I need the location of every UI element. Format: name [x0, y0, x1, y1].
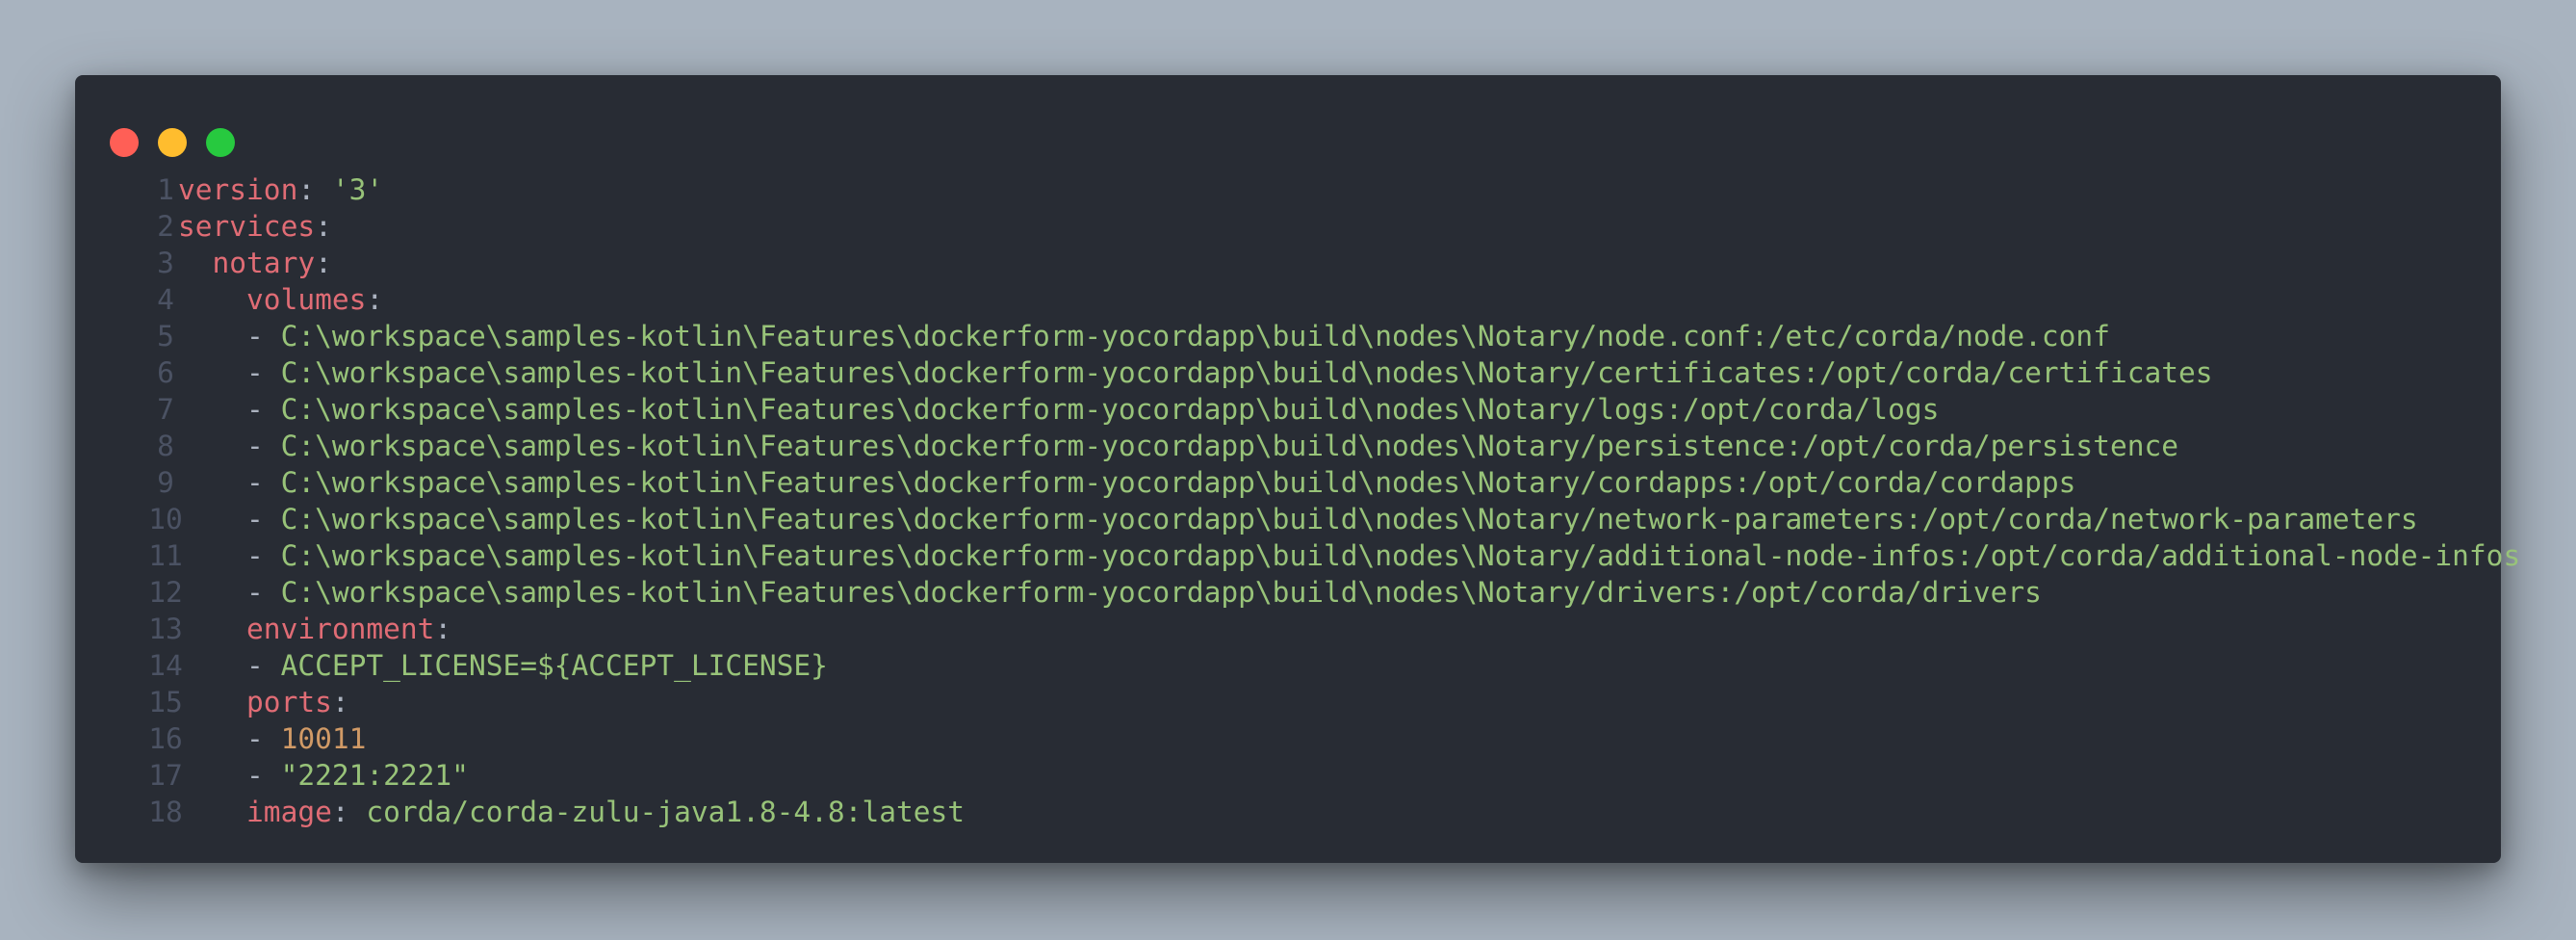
code-line: 15 ports:: [75, 684, 2501, 720]
code-token: -: [178, 430, 281, 462]
code-token: C:\workspace\samples-kotlin\Features\doc…: [280, 539, 2521, 572]
line-content: services:: [178, 208, 332, 245]
code-token: ports: [246, 686, 332, 718]
code-token: C:\workspace\samples-kotlin\Features\doc…: [280, 356, 2213, 389]
line-content: - "2221:2221": [178, 757, 469, 794]
line-content: - C:\workspace\samples-kotlin\Features\d…: [178, 318, 2110, 354]
code-token: volumes: [246, 283, 367, 316]
code-token: -: [178, 722, 281, 755]
code-token: -: [178, 320, 281, 352]
code-window: 1 version: '3' 2 services: 3 notary: 4 volume…: [75, 75, 2520, 863]
code-line: 16 - 10011: [75, 720, 2501, 757]
code-token: 10011: [280, 722, 367, 755]
code-line: 14 - ACCEPT_LICENSE=${ACCEPT_LICENSE}: [75, 647, 2501, 684]
code-token: -: [178, 466, 281, 499]
line-content: - C:\workspace\samples-kotlin\Features\d…: [178, 537, 2520, 574]
code-token: image: [246, 796, 332, 828]
line-content: - C:\workspace\samples-kotlin\Features\d…: [178, 574, 2042, 611]
line-content: - C:\workspace\samples-kotlin\Features\d…: [178, 501, 2418, 537]
code-line: 1 version: '3': [75, 171, 2501, 208]
line-content: - 10011: [178, 720, 366, 757]
code-token: ACCEPT_LICENSE=${ACCEPT_LICENSE}: [280, 649, 828, 682]
code-token: notary: [212, 247, 316, 279]
code-line: 8 - C:\workspace\samples-kotlin\Features…: [75, 428, 2501, 464]
code-token: "2221:2221": [280, 759, 469, 792]
code-token: :: [366, 283, 384, 316]
code-line: 6 - C:\workspace\samples-kotlin\Features…: [75, 354, 2501, 391]
code-token: -: [178, 649, 281, 682]
code-block: 1 version: '3' 2 services: 3 notary: 4 volume…: [75, 171, 2520, 830]
line-content: volumes:: [178, 281, 383, 318]
line-content: - C:\workspace\samples-kotlin\Features\d…: [178, 428, 2178, 464]
code-line: 7 - C:\workspace\samples-kotlin\Features…: [75, 391, 2501, 428]
line-content: ports:: [178, 684, 349, 720]
code-token: :: [434, 613, 452, 645]
code-line: 9 - C:\workspace\samples-kotlin\Features…: [75, 464, 2501, 501]
close-dot-icon[interactable]: [110, 128, 139, 157]
code-line: 5 - C:\workspace\samples-kotlin\Features…: [75, 318, 2501, 354]
minimize-dot-icon[interactable]: [158, 128, 187, 157]
code-token: :: [297, 173, 332, 206]
code-token: :: [315, 210, 332, 243]
code-token: -: [178, 576, 281, 609]
code-token: C:\workspace\samples-kotlin\Features\doc…: [280, 320, 2110, 352]
code-token: C:\workspace\samples-kotlin\Features\doc…: [280, 576, 2042, 609]
maximize-dot-icon[interactable]: [206, 128, 235, 157]
code-line: 10 - C:\workspace\samples-kotlin\Feature…: [75, 501, 2501, 537]
line-content: - C:\workspace\samples-kotlin\Features\d…: [178, 464, 2075, 501]
code-line: 12 - C:\workspace\samples-kotlin\Feature…: [75, 574, 2501, 611]
code-token: :: [331, 796, 367, 828]
code-line: 17 - "2221:2221": [75, 757, 2501, 794]
line-content: image: corda/corda-zulu-java1.8-4.8:late…: [178, 794, 965, 830]
code-line: 13 environment:: [75, 611, 2501, 647]
code-token: C:\workspace\samples-kotlin\Features\doc…: [280, 466, 2076, 499]
code-token: -: [178, 539, 281, 572]
code-token: C:\workspace\samples-kotlin\Features\doc…: [280, 393, 1940, 426]
code-token: C:\workspace\samples-kotlin\Features\doc…: [280, 430, 2178, 462]
code-line: 2 services:: [75, 208, 2501, 245]
line-content: notary:: [178, 245, 332, 281]
code-token: -: [178, 759, 281, 792]
code-token: version: [178, 173, 298, 206]
code-token: -: [178, 503, 281, 535]
code-token: C:\workspace\samples-kotlin\Features\doc…: [280, 503, 2418, 535]
line-content: - C:\workspace\samples-kotlin\Features\d…: [178, 354, 2213, 391]
line-content: version: '3': [178, 171, 383, 208]
code-token: '3': [331, 173, 384, 206]
code-token: environment: [246, 613, 435, 645]
code-line: 3 notary:: [75, 245, 2501, 281]
code-token: :: [331, 686, 349, 718]
line-content: - C:\workspace\samples-kotlin\Features\d…: [178, 391, 1939, 428]
line-content: environment:: [178, 611, 451, 647]
code-line: 4 volumes:: [75, 281, 2501, 318]
code-line: 18 image: corda/corda-zulu-java1.8-4.8:l…: [75, 794, 2501, 830]
line-content: - ACCEPT_LICENSE=${ACCEPT_LICENSE}: [178, 647, 828, 684]
code-token: -: [178, 356, 281, 389]
code-token: -: [178, 393, 281, 426]
code-token: corda/corda-zulu-java1.8-4.8:latest: [366, 796, 966, 828]
code-line: 11 - C:\workspace\samples-kotlin\Feature…: [75, 537, 2520, 574]
code-token: :: [315, 247, 332, 279]
code-token: services: [178, 210, 316, 243]
